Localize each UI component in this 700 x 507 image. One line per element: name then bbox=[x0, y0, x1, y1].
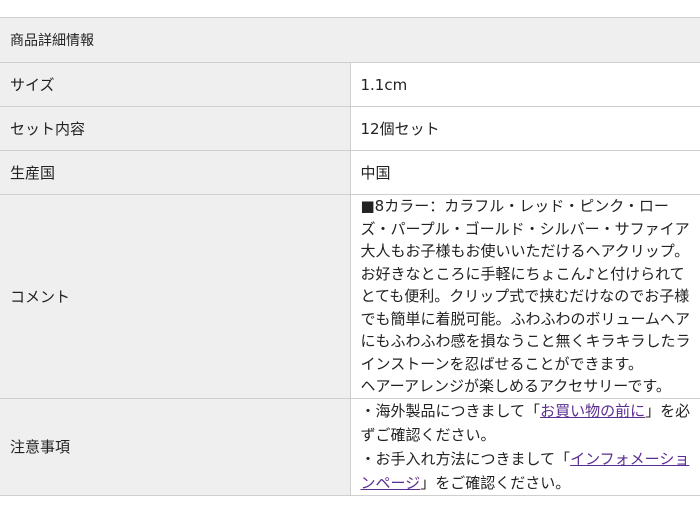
comment-description: 大人もお子様もお使いいただけるヘアクリップ。お好きなところに手軽にちょこん♪と付… bbox=[360, 242, 691, 373]
origin-label: 生産国 bbox=[0, 150, 351, 195]
before-shopping-link[interactable]: お買い物の前に bbox=[540, 402, 645, 420]
note-overseas-prefix: ・海外製品につきまして「 bbox=[360, 401, 541, 420]
table-row-notes: 注意事項 ・海外製品につきまして「お買い物の前に」を必ずご確認ください。 ・お手… bbox=[0, 397, 700, 496]
note-care: ・お手入れ方法につきまして「インフォメーションページ」をご確認ください。 bbox=[361, 447, 693, 495]
notes-label: 注意事項 bbox=[0, 397, 351, 496]
set-label: セット内容 bbox=[0, 106, 351, 151]
table-row-set: セット内容 12個セット bbox=[0, 106, 700, 151]
note-overseas: ・海外製品につきまして「お買い物の前に」を必ずご確認ください。 bbox=[361, 399, 693, 447]
table-row-comment: コメント ■8カラー：カラフル・レッド・ピンク・ローズ・パープル・ゴールド・シル… bbox=[0, 194, 700, 399]
table-title: 商品詳細情報 bbox=[0, 17, 700, 63]
origin-value: 中国 bbox=[350, 150, 700, 195]
set-value: 12個セット bbox=[350, 106, 700, 151]
table-title-row: 商品詳細情報 bbox=[0, 17, 700, 63]
comment-label: コメント bbox=[0, 194, 351, 399]
product-detail-section: 商品詳細情報 サイズ 1.1cm セット内容 12個セット 生産国 中国 コメン… bbox=[0, 0, 700, 496]
product-detail-table: 商品詳細情報 サイズ 1.1cm セット内容 12個セット 生産国 中国 コメン… bbox=[0, 17, 700, 496]
note-care-suffix: 」をご確認ください。 bbox=[420, 473, 571, 492]
table-row-size: サイズ 1.1cm bbox=[0, 62, 700, 107]
comment-closing: ヘアーアレンジが楽しめるアクセサリーです。 bbox=[360, 377, 671, 395]
size-value: 1.1cm bbox=[350, 62, 700, 107]
note-care-prefix: ・お手入れ方法につきまして「 bbox=[360, 449, 571, 468]
table-row-origin: 生産国 中国 bbox=[0, 150, 700, 195]
comment-value: ■8カラー：カラフル・レッド・ピンク・ローズ・パープル・ゴールド・シルバー・サフ… bbox=[350, 194, 700, 399]
notes-value: ・海外製品につきまして「お買い物の前に」を必ずご確認ください。 ・お手入れ方法に… bbox=[350, 397, 700, 496]
comment-colors: ■8カラー：カラフル・レッド・ピンク・ローズ・パープル・ゴールド・シルバー・サフ… bbox=[360, 197, 690, 238]
size-label: サイズ bbox=[0, 62, 351, 107]
